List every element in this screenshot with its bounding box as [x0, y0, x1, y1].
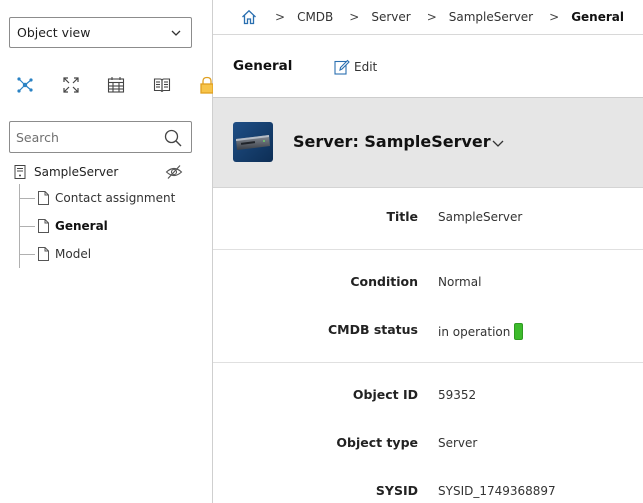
cmdb-status-text: in operation	[438, 324, 511, 339]
attribute-row-object-type: Object type Server	[213, 433, 643, 453]
breadcrumb-separator: >	[275, 10, 286, 24]
attribute-label: Title	[386, 209, 418, 224]
edit-button[interactable]: Edit	[334, 57, 377, 77]
attribute-label: CMDB status	[327, 322, 418, 337]
attribute-value-container: in operation	[438, 323, 524, 340]
attribute-row-condition: Condition Normal	[213, 272, 643, 292]
search-box[interactable]	[9, 121, 192, 153]
attribute-group-status: Condition Normal CMDB status in operatio…	[213, 250, 643, 363]
attribute-group-identification: Object ID 59352 Object type Server SYSID…	[213, 363, 643, 503]
eye-hidden-icon[interactable]	[165, 164, 183, 180]
tree-root-label: SampleServer	[34, 165, 119, 179]
tree-item-label: Contact assignment	[55, 191, 176, 205]
section-header: General Edit	[213, 36, 643, 97]
edit-button-label: Edit	[354, 60, 378, 74]
tree-branch-line	[19, 253, 35, 255]
attribute-value: SampleServer	[438, 210, 523, 224]
tree-item-general[interactable]: General	[19, 216, 209, 236]
sidebar-toolbar	[14, 74, 213, 96]
search-icon[interactable]	[164, 129, 182, 147]
section-title: General	[233, 58, 293, 74]
breadcrumb-item-cmdb[interactable]: CMDB	[297, 10, 333, 24]
edit-icon	[334, 59, 350, 75]
book-icon[interactable]	[151, 74, 173, 96]
breadcrumb: > CMDB > Server > SampleServer > General	[213, 0, 643, 35]
attribute-label: Object type	[336, 435, 418, 450]
tree-branch-line	[19, 197, 35, 199]
attribute-label: Condition	[350, 274, 418, 289]
breadcrumb-item-sampleserver[interactable]: SampleServer	[449, 10, 533, 24]
tree-item-contact-assignment[interactable]: Contact assignment	[19, 188, 209, 208]
attribute-value: Normal	[438, 275, 482, 289]
attribute-value: SYSID_1749368897	[438, 484, 556, 498]
breadcrumb-separator: >	[349, 10, 360, 24]
attribute-label: SYSID	[375, 483, 418, 498]
attribute-row-title: Title SampleServer	[213, 207, 643, 227]
chevron-down-icon[interactable]	[491, 136, 505, 150]
object-banner: Server: SampleServer	[213, 97, 643, 188]
tree-item-label: General	[55, 219, 108, 233]
lock-icon[interactable]	[196, 74, 213, 96]
document-icon	[38, 219, 49, 233]
status-color-chip	[514, 323, 524, 340]
server-image	[233, 122, 273, 162]
attribute-row-object-id: Object ID 59352	[213, 385, 643, 405]
search-input[interactable]	[10, 123, 160, 151]
relations-icon[interactable]	[14, 74, 36, 96]
server-icon	[14, 165, 26, 179]
breadcrumb-separator: >	[426, 10, 437, 24]
breadcrumb-separator: >	[549, 10, 560, 24]
tree-item-label: Model	[55, 247, 92, 261]
tree-item-model[interactable]: Model	[19, 244, 209, 264]
document-icon	[38, 247, 49, 261]
tree-root-item[interactable]: SampleServer	[14, 162, 204, 182]
attribute-label: Object ID	[352, 387, 418, 402]
sidebar: Object view Search SampleServer Contact …	[0, 0, 213, 503]
home-icon[interactable]	[241, 8, 259, 26]
attribute-row-cmdb-status: CMDB status in operation	[213, 320, 643, 340]
attribute-value: Server	[438, 436, 478, 450]
tree-branch-line	[19, 225, 35, 227]
breadcrumb-item-server[interactable]: Server	[371, 10, 410, 24]
fullscreen-icon[interactable]	[60, 74, 82, 96]
breadcrumb-item-current: General	[571, 10, 624, 24]
object-title: Server: SampleServer	[293, 132, 491, 151]
attribute-value: 59352	[438, 388, 477, 402]
view-select-value: Object view	[17, 25, 91, 40]
attribute-group-general: Title SampleServer	[213, 188, 643, 250]
calendar-icon[interactable]	[105, 74, 127, 96]
main-content: > CMDB > Server > SampleServer > General…	[213, 0, 643, 503]
attribute-row-sysid: SYSID SYSID_1749368897	[213, 481, 643, 501]
chevron-down-icon	[171, 30, 181, 36]
document-icon	[38, 191, 49, 205]
view-select[interactable]: Object view	[9, 17, 192, 48]
